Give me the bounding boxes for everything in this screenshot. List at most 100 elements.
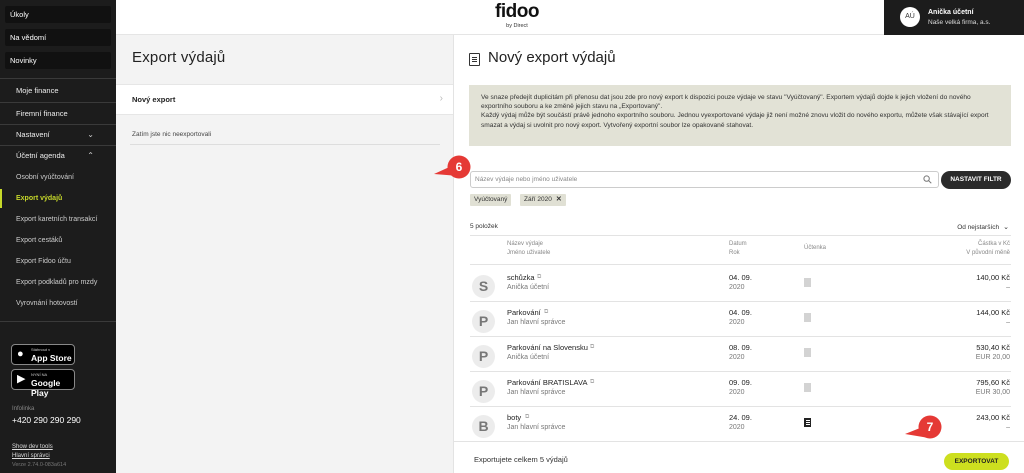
sidebar-divider <box>0 78 116 79</box>
avatar: AÚ <box>900 7 920 27</box>
chip-label: Vyúčtovaný <box>474 196 508 203</box>
attachment-icon: ⧉ <box>544 309 549 315</box>
new-export-label: Nový export <box>132 95 176 104</box>
sidebar: Úkoly Na vědomí Novinky Moje finance Fir… <box>0 0 116 473</box>
sidebar-divider <box>0 102 116 103</box>
user-menu[interactable]: AÚ Anička účetní Naše velká firma, a.s. <box>884 0 1024 35</box>
logo-text: fidoo <box>495 1 539 22</box>
search-input[interactable] <box>475 173 915 186</box>
expense-initial-avatar: S <box>472 275 495 298</box>
badge-small-text: NYNÍ NA <box>31 372 48 377</box>
expense-name[interactable]: Parkování BRATISLAVA <box>507 378 587 387</box>
sidebar-item-company-finance[interactable]: Firemní finance <box>0 104 116 123</box>
sidebar-item-payroll-export[interactable]: Export podkladů pro mzdy <box>0 273 116 292</box>
sidebar-item-expense-export[interactable]: Export výdajů <box>0 189 116 208</box>
receipt-missing-icon <box>804 348 811 357</box>
expense-user: Jan hlavní správce <box>507 389 566 396</box>
sidebar-item-settings[interactable]: Nastavení ⌄ <box>0 125 116 144</box>
header-label: Název výdaje <box>507 241 544 247</box>
show-dev-tools-link[interactable]: Show dev tools <box>12 444 53 450</box>
badge-big-text: App Store <box>31 353 72 363</box>
filter-chip-status[interactable]: Vyúčtovaný <box>470 194 512 206</box>
expense-year: 2020 <box>729 354 745 361</box>
row-divider <box>470 406 1011 407</box>
notices-button[interactable]: Na vědomí <box>5 29 111 46</box>
column-header-name[interactable]: Název výdaje Jméno uživatele <box>507 240 550 258</box>
tasks-button[interactable]: Úkoly <box>5 6 111 23</box>
expense-amount: 243,00 Kč <box>976 413 1010 422</box>
badge-big-text: Google Play <box>31 378 61 398</box>
expense-name[interactable]: Parkování <box>507 308 541 317</box>
callout-7-icon: 7 <box>905 415 942 439</box>
column-header-amount[interactable]: Částka v Kč V původní měně <box>966 240 1010 258</box>
expense-original-amount: – <box>1006 424 1010 431</box>
header-label: Datum <box>729 241 747 247</box>
close-icon[interactable]: ✕ <box>556 196 562 203</box>
expense-original-amount: EUR 30,00 <box>975 389 1010 396</box>
chip-label: Září 2020 <box>524 196 552 203</box>
empty-state-text: Zatím jste nic neexportovali <box>132 131 212 138</box>
header-label: Částka v Kč <box>977 241 1010 247</box>
export-footer: Exportujete celkem 5 výdajů EXPORTOVAT <box>454 441 1024 473</box>
sort-dropdown[interactable]: Od nejstarších ⌄ <box>957 223 1009 231</box>
expense-year: 2020 <box>729 319 745 326</box>
news-button[interactable]: Novinky <box>5 52 111 69</box>
google-play-badge[interactable]: ▶ NYNÍ NA Google Play <box>11 369 75 398</box>
attachment-icon: ⧉ <box>590 344 595 350</box>
expense-name[interactable]: Parkování na Slovensku <box>507 343 588 352</box>
expense-original-amount: – <box>1006 319 1010 326</box>
main-admins-link[interactable]: Hlavní správci <box>12 453 50 459</box>
sidebar-item-fidoo-account-export[interactable]: Export Fidoo účtu <box>0 252 116 271</box>
column-header-date[interactable]: Datum Rok <box>729 240 747 258</box>
expense-year: 2020 <box>729 424 745 431</box>
expense-amount: 140,00 Kč <box>976 273 1010 282</box>
search-field <box>470 171 939 188</box>
expense-user: Anička účetní <box>507 284 550 291</box>
expense-year: 2020 <box>729 389 745 396</box>
version-text: Verze 2.74.0-083a614 <box>12 462 67 468</box>
row-divider <box>470 371 1011 372</box>
chevron-down-icon: ⌄ <box>1003 224 1009 231</box>
logo-subtext: by Direct <box>506 23 528 29</box>
sort-label: Od nejstarších <box>957 224 1000 231</box>
expense-original-amount: – <box>1006 284 1010 291</box>
app-store-badge[interactable]: ● Stáhnout v App Store <box>11 344 75 365</box>
item-count: 5 položek <box>470 223 498 230</box>
expense-amount: 795,60 Kč <box>976 378 1010 387</box>
fidoo-logo[interactable]: fidoo by Direct <box>492 1 542 30</box>
divider <box>130 144 440 145</box>
receipt-icon[interactable] <box>804 418 811 427</box>
sidebar-item-trips-export[interactable]: Export cestáků <box>0 231 116 250</box>
set-filter-button[interactable]: NASTAVIT FILTR <box>941 171 1011 189</box>
export-summary: Exportujete celkem 5 výdajů <box>474 455 568 464</box>
sidebar-item-personal-settlement[interactable]: Osobní vyúčtování <box>0 168 116 187</box>
sidebar-item-accounting[interactable]: Účetní agenda ⌃ <box>0 146 116 165</box>
filter-chip-month[interactable]: Září 2020 ✕ <box>520 194 566 206</box>
expense-date: 24. 09. <box>729 413 752 422</box>
expense-date: 04. 09. <box>729 308 752 317</box>
section-title: Nový export výdajů <box>488 49 616 66</box>
expense-name[interactable]: schůzka <box>507 273 535 282</box>
sidebar-item-card-transactions-export[interactable]: Export karetních transakcí <box>0 210 116 229</box>
table-divider <box>470 235 1011 236</box>
exports-list-panel: Export výdajů Nový export › Zatím jste n… <box>116 35 454 473</box>
expense-amount: 144,00 Kč <box>976 308 1010 317</box>
sidebar-item-my-finance[interactable]: Moje finance <box>0 81 116 100</box>
expense-user: Jan hlavní správce <box>507 424 566 431</box>
info-paragraph: Ve snaze předejít duplicitám při přenosu… <box>481 94 971 111</box>
callout-number: 6 <box>456 160 463 174</box>
chevron-right-icon: › <box>439 93 443 104</box>
expense-year: 2020 <box>729 284 745 291</box>
export-button[interactable]: EXPORTOVAT <box>944 453 1009 470</box>
expense-date: 04. 09. <box>729 273 752 282</box>
header: fidoo by Direct AÚ Anička účetní Naše ve… <box>116 0 1024 35</box>
column-header-receipt: Účtenka <box>804 245 827 251</box>
expense-initial-avatar: P <box>472 380 495 403</box>
row-divider <box>470 336 1011 337</box>
new-export-item[interactable]: Nový export › <box>116 84 453 115</box>
sidebar-item-cash-settlement[interactable]: Vyrovnání hotovostí <box>0 294 116 313</box>
expense-name[interactable]: boty <box>507 413 521 422</box>
search-icon[interactable] <box>923 175 932 184</box>
expense-date: 09. 09. <box>729 378 752 387</box>
expense-initial-avatar: B <box>472 415 495 438</box>
